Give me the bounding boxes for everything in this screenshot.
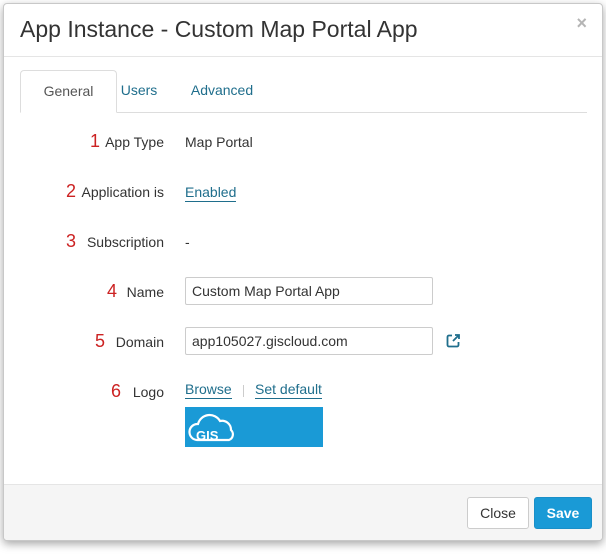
logo-preview: GIS [185,407,323,447]
dialog-header: App Instance - Custom Map Portal App × [4,4,602,57]
app-instance-dialog: App Instance - Custom Map Portal App × G… [3,3,603,541]
domain-input[interactable] [185,327,433,355]
application-status-value: Enabled [185,184,237,202]
subscription-label: Subscription [86,234,164,250]
name-input[interactable] [185,277,433,305]
enabled-link[interactable]: Enabled [185,184,237,202]
logo-actions: Browse [185,381,232,399]
separator [243,385,244,397]
logo-text: GIS [196,428,219,443]
app-type-label: App Type [105,134,164,150]
tab-bar: General Users Advanced [20,70,587,113]
close-icon[interactable]: × [576,13,587,34]
domain-label: Domain [115,334,164,350]
cloud-logo-icon: GIS [188,413,234,443]
tab-general[interactable]: General [20,70,117,113]
application-status-label: Application is [81,184,165,200]
browse-link[interactable]: Browse [185,381,232,399]
close-button[interactable]: Close [467,497,529,529]
name-label: Name [126,284,164,300]
app-type-value: Map Portal [185,134,253,150]
tab-users[interactable]: Users [115,70,163,111]
external-link-icon[interactable] [446,333,461,348]
set-default-wrap: Set default [255,381,322,399]
subscription-value: - [185,234,190,250]
dialog-footer: Close Save [4,484,602,540]
dialog-title: App Instance - Custom Map Portal App [20,16,418,42]
logo-label: Logo [132,384,164,400]
tab-advanced[interactable]: Advanced [184,70,260,111]
save-button[interactable]: Save [534,497,592,529]
set-default-link[interactable]: Set default [255,381,322,399]
